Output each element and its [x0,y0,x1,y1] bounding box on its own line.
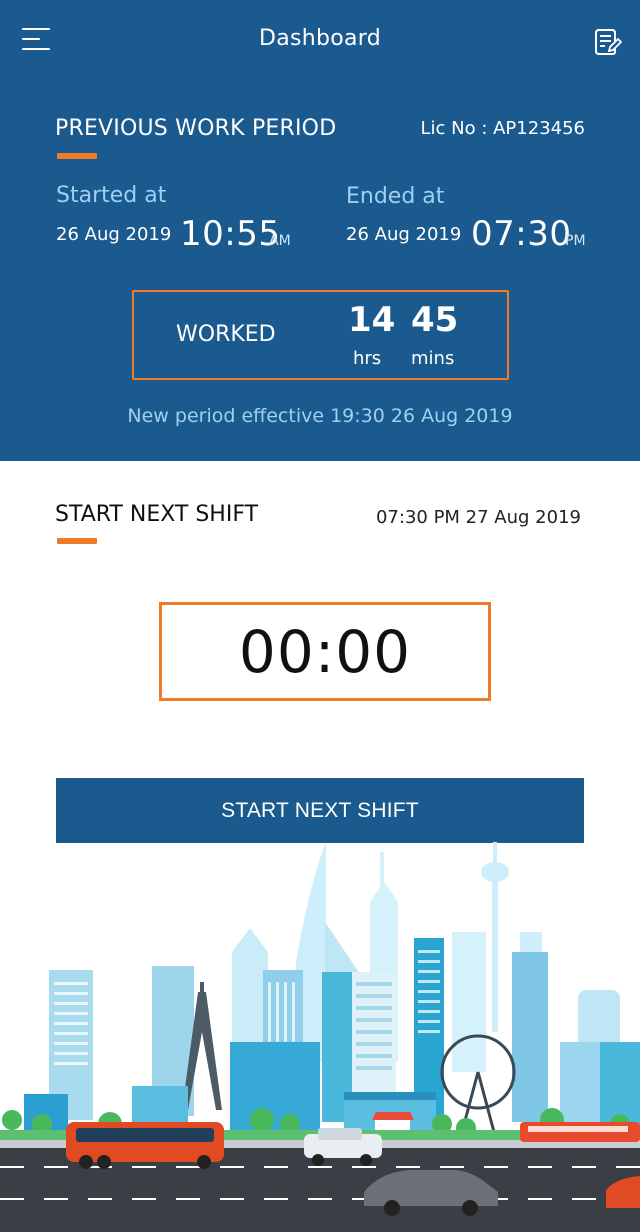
ended-date: 26 Aug 2019 [346,224,462,245]
start-next-shift-button[interactable]: START NEXT SHIFT [56,778,584,843]
next-shift-datetime: 07:30 PM 27 Aug 2019 [375,507,581,528]
next-shift-title: START NEXT SHIFT [55,502,259,527]
shift-timer: 00:00 [159,602,491,701]
worked-minutes: 45 [411,300,459,340]
timer-value: 00:00 [238,617,412,686]
worked-hours: 14 [348,300,396,340]
worked-summary-box: WORKED 14 hrs 45 mins [132,290,509,380]
note-edit-icon[interactable] [592,27,622,57]
worked-label: WORKED [176,322,276,347]
city-skyline-illustration [0,842,640,1232]
worked-minutes-unit: mins [411,348,455,369]
license-number: Lic No : AP123456 [420,118,585,139]
ended-ampm: PM [565,233,586,249]
ended-label: Ended at [346,184,445,209]
new-period-note: New period effective 19:30 26 Aug 2019 [127,405,513,427]
started-ampm: AM [269,233,291,249]
next-shift-underline [57,538,97,544]
started-time: 10:55 [180,214,281,254]
ended-time: 07:30 [471,214,572,254]
started-label: Started at [56,183,167,208]
previous-period-title: PREVIOUS WORK PERIOD [55,116,337,141]
page-title: Dashboard [258,26,382,51]
started-date: 26 Aug 2019 [56,224,172,245]
title-underline [57,153,97,159]
worked-hours-unit: hrs [353,348,382,369]
previous-period-panel: Dashboard PREVIOUS WORK PERIOD Lic No : … [0,0,640,461]
